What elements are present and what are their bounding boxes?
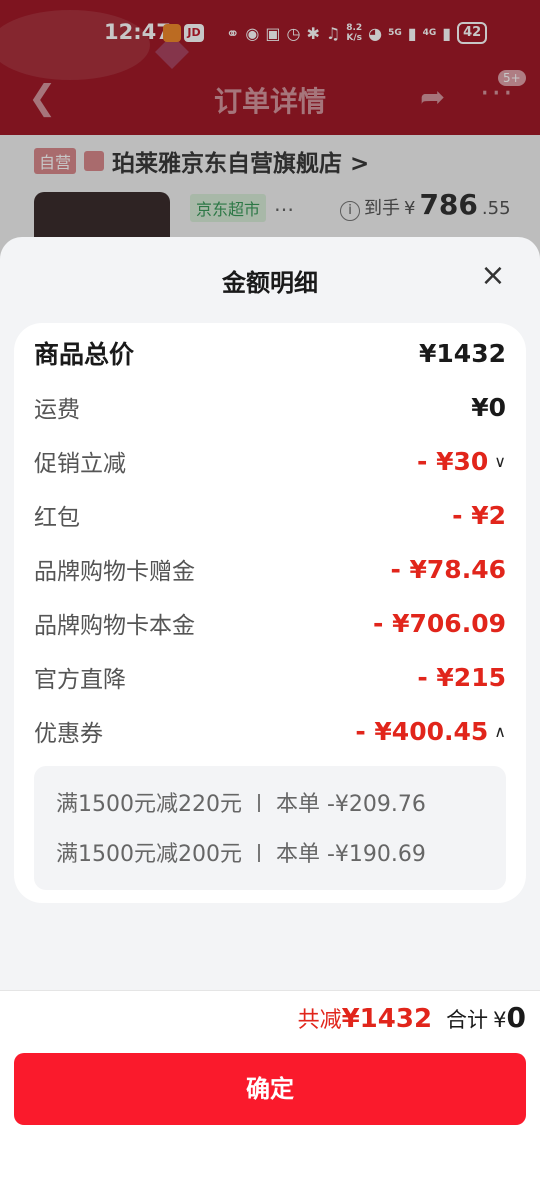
close-icon[interactable]: × [480, 261, 506, 291]
amount-value: - ¥400.45 [355, 716, 489, 746]
amount-row-red-packet: 红包 - ¥2 [34, 495, 506, 535]
amount-value-group[interactable]: - ¥30 ∨ [417, 447, 506, 476]
amount-value: - ¥215 [417, 662, 506, 692]
total-value: 0 [506, 1001, 526, 1034]
amount-value: ¥0 [471, 392, 506, 422]
reduction-label: 共减 [297, 1008, 342, 1033]
divider [257, 844, 260, 862]
amount-label: 品牌购物卡本金 [34, 613, 195, 639]
amount-label: 红包 [34, 505, 80, 531]
confirm-button[interactable]: 确定 [14, 1053, 526, 1125]
amount-label: 运费 [34, 397, 80, 423]
amount-row-subtotal: 商品总价 ¥1432 [34, 333, 506, 373]
amount-value: - ¥30 [417, 446, 489, 476]
amount-value: - ¥78.46 [390, 554, 506, 584]
coupon-amount: 本单 -¥190.69 [275, 842, 426, 867]
amount-row-card-principal: 品牌购物卡本金 - ¥706.09 [34, 603, 506, 643]
summary-line: 共减¥1432 合计 ¥0 [298, 1001, 526, 1034]
amount-value: - ¥2 [452, 500, 506, 530]
coupon-amount: 本单 -¥209.76 [275, 792, 426, 817]
total-currency: ¥ [493, 1008, 507, 1032]
amount-label: 官方直降 [34, 667, 126, 693]
amount-row-official-discount: 官方直降 - ¥215 [34, 657, 506, 697]
coupon-rule: 满1500元减220元 [56, 792, 242, 817]
amount-row-card-bonus: 品牌购物卡赠金 - ¥78.46 [34, 549, 506, 589]
grand-total: 合计 ¥0 [446, 1001, 526, 1034]
amount-card: 商品总价 ¥1432 运费 ¥0 促销立减 - ¥30 ∨ 红包 - ¥2 品牌… [14, 323, 526, 903]
total-label: 合计 [446, 1008, 489, 1032]
sheet-title: 金额明细 [222, 269, 318, 297]
amount-value: - ¥706.09 [373, 608, 506, 638]
coupon-item: 满1500元减200元 本单 -¥190.69 [56, 836, 426, 868]
amount-row-promotion[interactable]: 促销立减 - ¥30 ∨ [34, 441, 506, 481]
total-reduction: 共减¥1432 [298, 1002, 432, 1034]
amount-label: 商品总价 [34, 340, 135, 369]
amount-row-coupon[interactable]: 优惠券 - ¥400.45 ∧ [34, 711, 506, 751]
amount-value: ¥1432 [419, 338, 506, 368]
chevron-up-icon[interactable]: ∧ [494, 722, 506, 741]
coupon-item: 满1500元减220元 本单 -¥209.76 [56, 786, 426, 818]
amount-label: 品牌购物卡赠金 [34, 559, 195, 585]
coupon-rule: 满1500元减200元 [56, 842, 242, 867]
coupon-detail-box: 满1500元减220元 本单 -¥209.76 满1500元减200元 本单 -¥1… [34, 766, 506, 890]
reduction-value: ¥1432 [341, 1004, 433, 1034]
amount-value-group[interactable]: - ¥400.45 ∧ [355, 717, 506, 746]
divider [257, 794, 260, 812]
amount-label: 优惠券 [34, 721, 103, 747]
amount-label: 促销立减 [34, 451, 126, 477]
chevron-down-icon[interactable]: ∨ [494, 452, 506, 471]
sheet-footer: 共减¥1432 合计 ¥0 确定 [0, 990, 540, 1188]
amount-row-shipping: 运费 ¥0 [34, 387, 506, 427]
